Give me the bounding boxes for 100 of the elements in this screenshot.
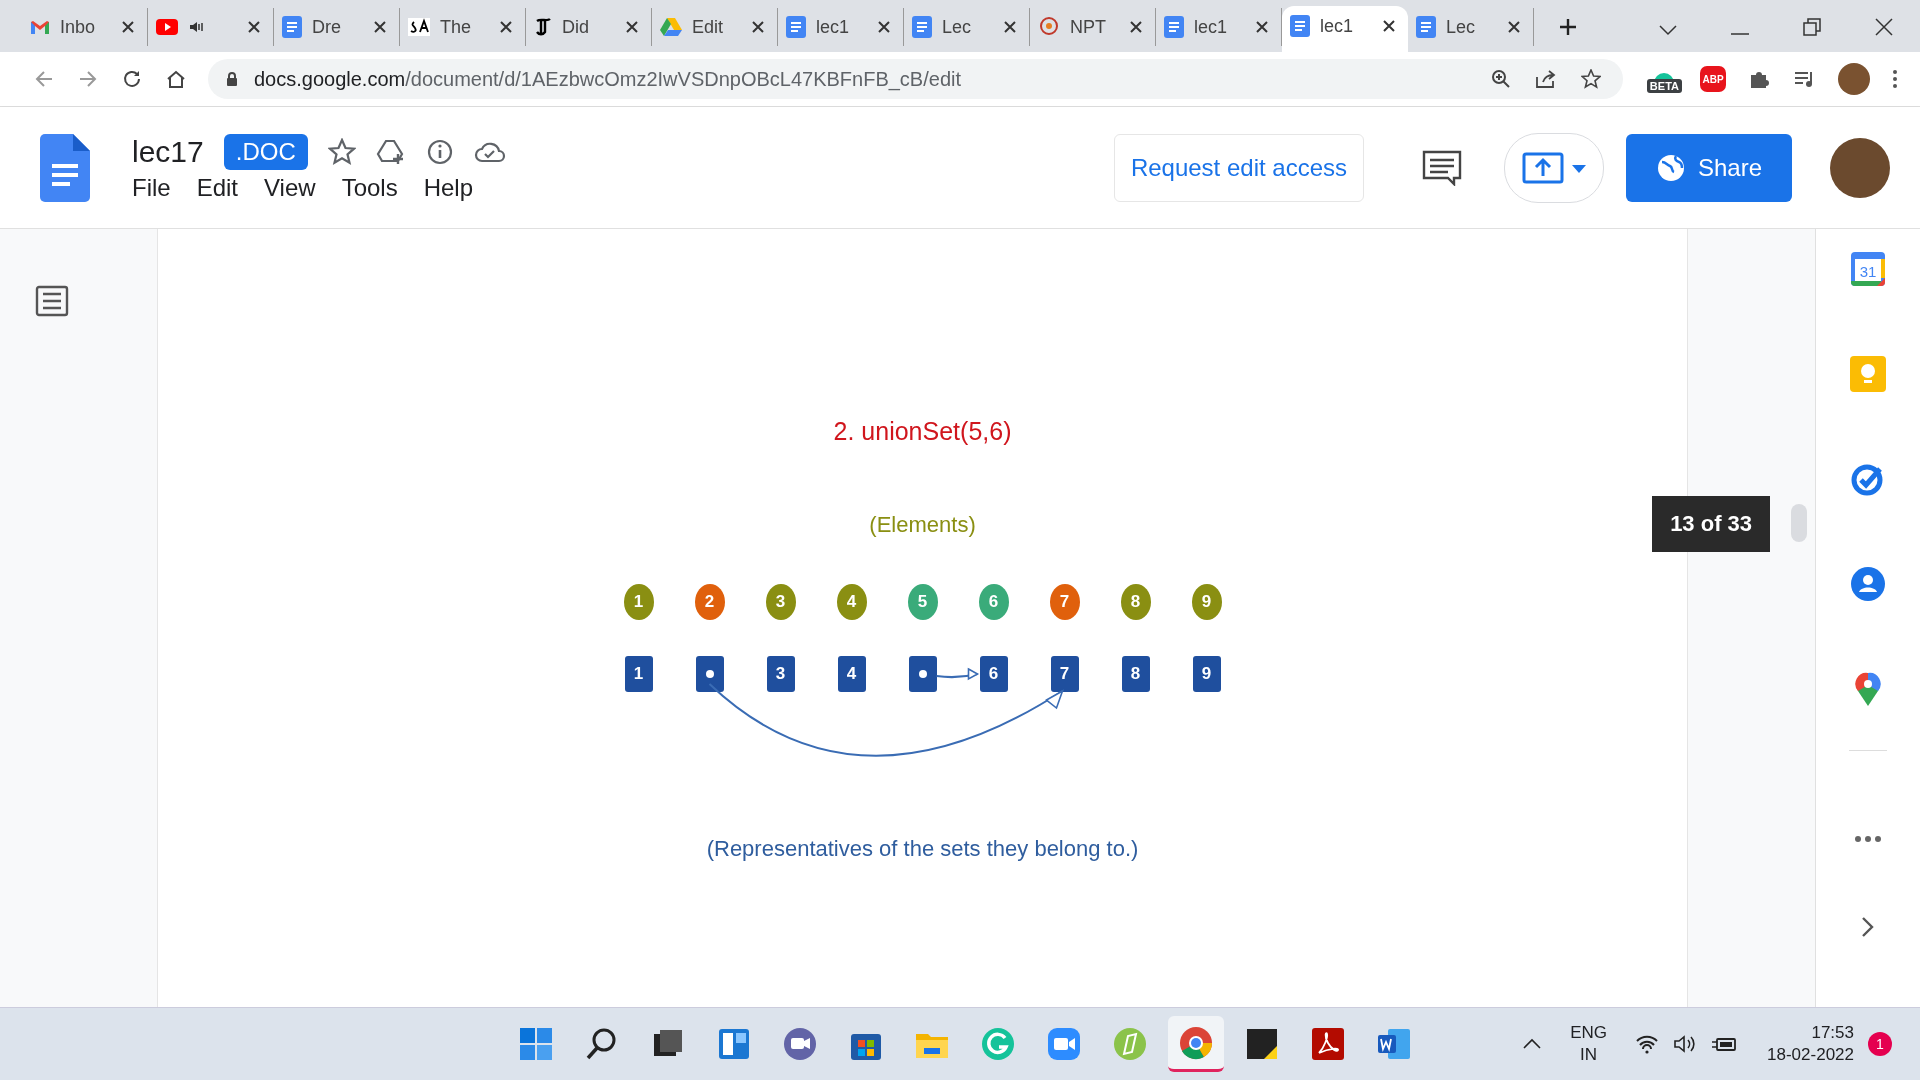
document-icon (786, 16, 806, 38)
browser-tab[interactable]: Edit (652, 8, 778, 46)
pointer-node (695, 656, 724, 692)
element-node: 4 (836, 584, 867, 620)
tab-title: Did (562, 16, 590, 38)
wifi-icon[interactable] (1635, 1034, 1660, 1054)
close-icon[interactable] (1003, 20, 1017, 34)
browser-tab[interactable]: Lec (904, 8, 1030, 46)
avatar[interactable] (1838, 63, 1870, 95)
lock-icon (226, 71, 238, 87)
element-node: 7 (1049, 584, 1080, 620)
address-field[interactable]: docs.google.com/document/d/1AEzbwcOmz2IwVSDnpOBcL47KBFnFB_cB/edit (208, 59, 1623, 99)
browser-tab[interactable]: lec1 (1156, 8, 1282, 46)
representative-node: 1 (624, 656, 653, 692)
close-icon[interactable] (751, 20, 765, 34)
speaker-icon[interactable] (188, 19, 204, 35)
menu-item[interactable]: File (132, 173, 171, 202)
play-icon (156, 19, 178, 35)
browser-tab[interactable]: Did (526, 8, 652, 46)
request-edit-access-button[interactable]: Request edit access (1113, 133, 1364, 202)
close-icon[interactable] (1129, 20, 1143, 34)
browser-tab[interactable]: The (400, 8, 526, 46)
info-icon[interactable] (425, 137, 454, 166)
document-icon (1290, 15, 1310, 37)
close-icon[interactable] (625, 20, 639, 34)
browser-tab[interactable]: lec1 (778, 8, 904, 46)
document-icon[interactable] (40, 133, 90, 202)
representative-node: 9 (1192, 656, 1221, 692)
close-icon[interactable] (373, 20, 387, 34)
gothic-letter-icon (534, 17, 552, 37)
new-tab-icon[interactable] (1558, 17, 1578, 37)
browser-tab[interactable]: Lec (1408, 8, 1534, 46)
tab-title: Lec (1446, 16, 1477, 38)
element-node: 2 (694, 584, 725, 620)
element-node: 3 (765, 584, 796, 620)
outline-icon[interactable] (35, 285, 70, 317)
representative-node: 8 (1121, 656, 1150, 692)
representatives-caption: (Representatives of the sets they belong to.) (706, 836, 1139, 862)
tab-title: The (440, 16, 473, 38)
representative-node: 3 (766, 656, 795, 692)
element-node: 8 (1120, 584, 1151, 620)
calendar-date: 31 (1859, 263, 1877, 280)
chevron-right-icon[interactable] (1861, 916, 1876, 938)
browser-tab[interactable]: lec1 (1282, 6, 1408, 52)
element-node: 1 (623, 584, 654, 620)
notification-badge[interactable]: 1 (1868, 1032, 1892, 1056)
document-title[interactable]: lec17 (132, 134, 204, 169)
document-icon (1416, 16, 1436, 38)
menu-item[interactable]: View (264, 173, 316, 202)
emblem-icon (1038, 16, 1060, 38)
contact-icon[interactable] (1850, 566, 1887, 602)
element-node: 5 (907, 584, 938, 620)
browser-tab[interactable]: NPT (1030, 8, 1156, 46)
menu-item[interactable]: Help (423, 173, 473, 202)
file-type-badge: .DOC (223, 133, 308, 170)
element-node: 9 (1191, 584, 1222, 620)
tab-title: Edit (692, 16, 725, 38)
calendar-icon[interactable]: 31 (1850, 251, 1887, 287)
close-icon[interactable] (247, 20, 261, 34)
close-icon[interactable] (1382, 19, 1396, 33)
representative-node: 6 (979, 656, 1008, 692)
adblock-icon[interactable]: ABP (1700, 66, 1726, 92)
close-icon[interactable] (1507, 20, 1521, 34)
element-node: 6 (978, 584, 1009, 620)
globe-icon (1655, 152, 1686, 183)
document-icon (912, 16, 932, 38)
share-button[interactable]: Share (1626, 133, 1792, 202)
comment-icon[interactable] (1422, 149, 1462, 186)
map-pin-icon[interactable] (1854, 671, 1883, 707)
browser-tab[interactable]: Dre (274, 8, 400, 46)
scrollbar-thumb[interactable] (1791, 504, 1808, 542)
tab-title: lec1 (1194, 16, 1229, 38)
speaker-icon[interactable] (1673, 1034, 1698, 1054)
close-icon[interactable] (1255, 20, 1269, 34)
representative-node: 4 (837, 656, 866, 692)
representative-node: 7 (1050, 656, 1079, 692)
tab-title: Dre (312, 16, 342, 38)
page-number-tooltip: 13 of 33 (1652, 496, 1771, 552)
tab-title: Inbo (60, 16, 97, 38)
drive-add-icon[interactable] (375, 137, 406, 166)
tab-title: lec1 (1320, 15, 1355, 37)
menu-item[interactable]: Edit (196, 173, 239, 202)
close-icon[interactable] (121, 20, 135, 34)
close-icon[interactable] (877, 20, 891, 34)
tab-title: lec1 (816, 16, 851, 38)
close-icon[interactable] (499, 20, 513, 34)
document-icon (282, 16, 302, 38)
chevron-up-icon[interactable] (1522, 1038, 1543, 1050)
serif-letters-icon (408, 18, 430, 36)
pointer-node (908, 656, 937, 692)
browser-tab[interactable]: Inbo (22, 8, 148, 46)
elements-caption: (Elements) (869, 512, 976, 538)
tab-title: Lec (942, 16, 973, 38)
mail-icon (30, 19, 50, 35)
arrow (935, 667, 980, 681)
clock[interactable]: 17:53 18-02-2022 (1767, 1022, 1854, 1066)
triangle-icon (660, 17, 682, 37)
star-icon[interactable] (327, 137, 356, 166)
menu-item[interactable]: Tools (341, 173, 398, 202)
language-indicator[interactable]: ENG IN (1570, 1022, 1608, 1066)
